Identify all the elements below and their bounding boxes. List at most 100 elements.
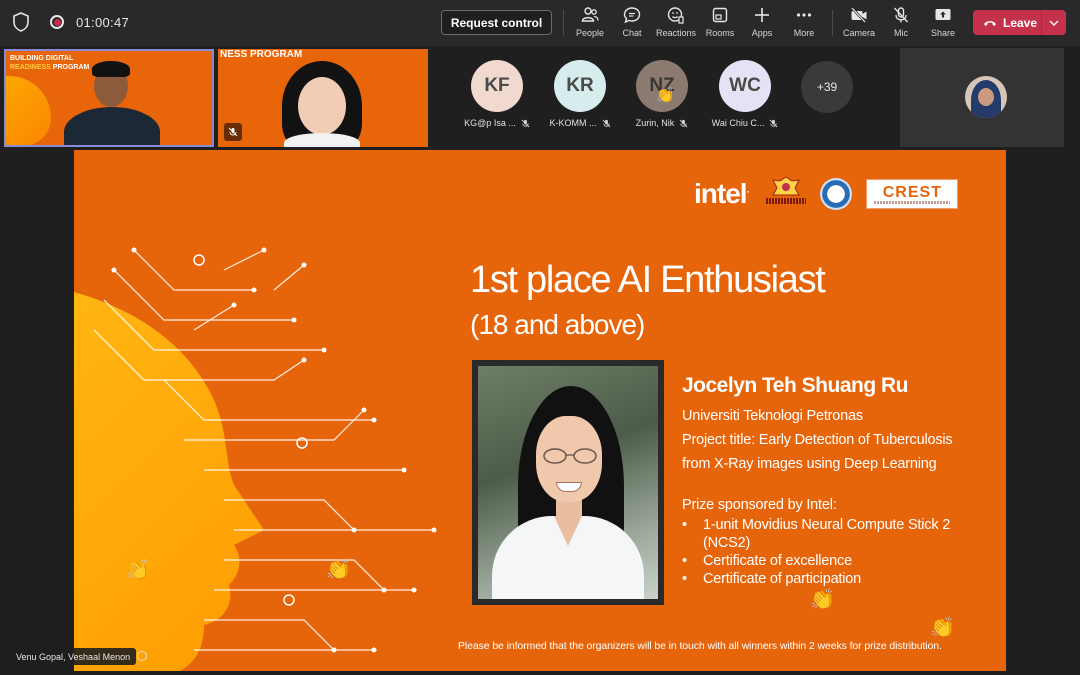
shared-slide: intel. CREST 1st place AI Enthusiast (18… bbox=[74, 150, 1006, 671]
more-label: More bbox=[793, 28, 815, 38]
people-label: People bbox=[575, 28, 605, 38]
mic-button[interactable]: Mic bbox=[877, 6, 925, 42]
phone-hangup-icon bbox=[984, 20, 996, 26]
clap-emoji-icon: 👏 bbox=[656, 87, 675, 104]
prize-item: Certificate of excellence bbox=[682, 552, 950, 570]
slide-footer-note: Please be informed that the organizers w… bbox=[458, 640, 942, 652]
presenter-body bbox=[64, 107, 160, 145]
request-control-button[interactable]: Request control bbox=[441, 10, 552, 35]
reactions-icon bbox=[667, 7, 684, 24]
avatar: NZ 👏 bbox=[636, 60, 688, 112]
more-participants-button[interactable]: +39 bbox=[801, 61, 853, 113]
camera-label: Camera bbox=[842, 28, 875, 38]
avatar: KR bbox=[554, 60, 606, 112]
winner-university: Universiti Teknologi Petronas bbox=[682, 408, 863, 424]
avatar-initials: KR bbox=[566, 75, 594, 96]
share-icon bbox=[935, 9, 951, 20]
participant-name: K-KOMM ... bbox=[550, 118, 611, 128]
clap-reaction-icon: 👏 bbox=[930, 617, 955, 639]
self-avatar bbox=[965, 76, 1007, 118]
project-title-line-2: from X-Ray images using Deep Learning bbox=[682, 456, 937, 472]
winner-photo bbox=[472, 360, 664, 605]
prize-heading: Prize sponsored by Intel: bbox=[682, 497, 837, 513]
presenter-headset bbox=[92, 61, 130, 77]
avatar-initials: WC bbox=[729, 75, 761, 96]
rooms-button[interactable]: Rooms bbox=[696, 6, 744, 42]
avatar: WC bbox=[719, 60, 771, 112]
apps-label: Apps bbox=[751, 28, 773, 38]
banner-line-1: BUILDING DIGITAL bbox=[10, 55, 74, 62]
rooms-label: Rooms bbox=[705, 28, 735, 38]
speaking-indicator-icon bbox=[137, 651, 147, 661]
people-button[interactable]: People bbox=[566, 6, 614, 42]
circuit-lines-graphic bbox=[93, 247, 437, 653]
camera-button[interactable]: Camera bbox=[835, 6, 883, 42]
slide-subhead: (18 and above) bbox=[470, 309, 645, 340]
toolbar-divider bbox=[563, 10, 564, 36]
share-label: Share bbox=[930, 28, 956, 38]
chat-button[interactable]: Chat bbox=[608, 6, 656, 42]
leave-label: Leave bbox=[1003, 15, 1038, 30]
chat-icon bbox=[623, 7, 641, 24]
participant-kr[interactable]: KR K-KOMM ... bbox=[535, 60, 625, 128]
meeting-toolbar: 01:00:47 Request control People Chat Rea… bbox=[0, 0, 1080, 46]
shield-icon[interactable] bbox=[12, 12, 30, 32]
apps-button[interactable]: Apps bbox=[738, 6, 786, 42]
participant-wc[interactable]: WC Wai Chiu C... bbox=[700, 60, 790, 128]
leave-button[interactable]: Leave bbox=[973, 10, 1066, 35]
mic-off-icon bbox=[769, 119, 778, 127]
project-title-line-1: Project title: Early Detection of Tuberc… bbox=[682, 432, 953, 448]
reactions-label: Reactions bbox=[655, 28, 697, 38]
tile-banner: BUILDING DIGITAL READINESS PROGRAM bbox=[10, 54, 89, 72]
clap-reaction-icon: 👏 bbox=[326, 559, 351, 581]
meeting-status: 01:00:47 bbox=[12, 12, 129, 32]
participant-name: KG@p Isa ... bbox=[464, 118, 530, 128]
chat-label: Chat bbox=[622, 28, 642, 38]
prize-item: Certificate of participation bbox=[682, 570, 950, 588]
plus-icon bbox=[755, 8, 769, 22]
camera-off-icon bbox=[851, 7, 867, 23]
video-tile-presenter[interactable]: BUILDING DIGITAL READINESS PROGRAM bbox=[4, 49, 214, 147]
rooms-icon bbox=[712, 7, 728, 23]
more-button[interactable]: More bbox=[780, 6, 828, 42]
banner-line-2b: PROGRAM bbox=[52, 64, 90, 71]
clap-reaction-icon: 👏 bbox=[810, 589, 835, 611]
mic-off-icon bbox=[602, 119, 610, 127]
toolbar-divider bbox=[832, 10, 833, 36]
organization-ring-logo bbox=[820, 178, 853, 210]
participant-name: Zurin, Nik bbox=[636, 118, 689, 128]
mic-muted-badge bbox=[224, 123, 242, 141]
prize-list: 1-unit Movidius Neural Compute Stick 2 (… bbox=[682, 516, 950, 588]
prize-item: 1-unit Movidius Neural Compute Stick 2 bbox=[682, 516, 950, 534]
slide-face-graphic bbox=[6, 76, 51, 145]
winner-name: Jocelyn Teh Shuang Ru bbox=[682, 374, 908, 397]
participant-nz[interactable]: NZ 👏 Zurin, Nik bbox=[617, 60, 707, 128]
reactions-button[interactable]: Reactions bbox=[652, 6, 700, 42]
sponsor-logos: intel. CREST bbox=[694, 176, 959, 212]
chevron-down-icon bbox=[1049, 20, 1059, 26]
recording-icon bbox=[50, 15, 64, 29]
participant-kf[interactable]: KF KG@p Isa ... bbox=[452, 60, 542, 128]
avatar: KF bbox=[471, 60, 523, 112]
tile-banner-2: NESS PROGRAM bbox=[220, 49, 303, 60]
video-tile-participant[interactable]: NESS PROGRAM bbox=[218, 49, 428, 147]
crest-logo: CREST bbox=[866, 179, 959, 209]
avatar-initials: KF bbox=[484, 75, 510, 96]
active-speaker-label: Venu Gopal, Veshaal Menon bbox=[10, 648, 137, 665]
mic-label: Mic bbox=[894, 28, 908, 38]
leave-main[interactable]: Leave bbox=[973, 10, 1041, 35]
participant-name-text: KG@p Isa ... bbox=[464, 118, 516, 128]
face-shape bbox=[978, 88, 994, 106]
slide-headline: 1st place AI Enthusiast bbox=[470, 259, 826, 301]
people-icon bbox=[581, 7, 599, 22]
participant-name-text: Wai Chiu C... bbox=[711, 118, 765, 128]
government-crest-logo bbox=[766, 176, 807, 212]
share-button[interactable]: Share bbox=[919, 6, 967, 42]
participant-face bbox=[298, 77, 346, 135]
mic-off-icon bbox=[893, 7, 909, 23]
mic-off-icon bbox=[228, 127, 238, 137]
participant-name-text: K-KOMM ... bbox=[549, 118, 597, 128]
mic-off-icon bbox=[679, 119, 688, 127]
self-view-tile[interactable] bbox=[900, 48, 1064, 147]
leave-options-button[interactable] bbox=[1042, 20, 1066, 26]
